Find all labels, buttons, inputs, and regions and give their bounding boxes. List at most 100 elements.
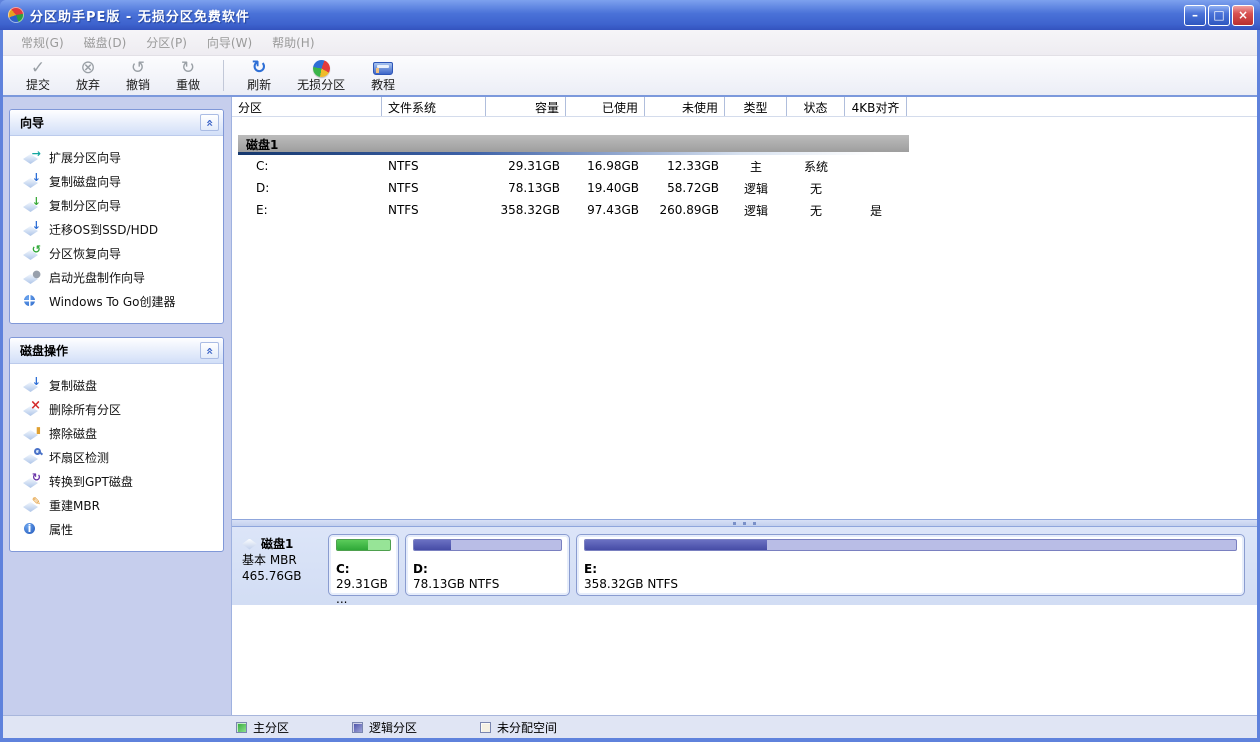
column-header-filler bbox=[907, 97, 1257, 116]
copy-disk-wizard-icon bbox=[23, 174, 40, 188]
sidebar-item-delete-all-partitions[interactable]: 删除所有分区 bbox=[10, 397, 223, 421]
sidebar-item-copy-disk-wizard[interactable]: 复制磁盘向导 bbox=[10, 169, 223, 193]
logical-partition-swatch-icon bbox=[352, 721, 364, 733]
migrate-os-icon bbox=[23, 222, 40, 236]
partition-block-e[interactable]: E: 358.32GB NTFS bbox=[576, 534, 1245, 596]
column-header-type[interactable]: 类型 bbox=[725, 97, 787, 116]
maximize-button[interactable]: □ bbox=[1208, 4, 1230, 26]
table-row-d[interactable]: D: NTFS 78.13GB 19.40GB 58.72GB 逻辑 无 bbox=[232, 177, 1257, 199]
column-header-partition[interactable]: 分区 bbox=[232, 97, 382, 116]
status-bar: 主分区 逻辑分区 未分配空间 bbox=[3, 715, 1257, 738]
column-header-capacity[interactable]: 容量 bbox=[486, 97, 566, 116]
minimize-button[interactable]: – bbox=[1184, 4, 1206, 26]
refresh-icon bbox=[252, 58, 267, 78]
redo-button[interactable]: 重做 bbox=[163, 56, 213, 95]
disk-icon bbox=[242, 538, 257, 550]
undo-button[interactable]: 撤销 bbox=[113, 56, 163, 95]
chevron-up-icon: « bbox=[202, 346, 217, 355]
main-area: 向导 « 扩展分区向导 复制磁盘向导 复制分区向导 bbox=[3, 97, 1257, 715]
sidebar-item-bootable-cd-wizard[interactable]: 启动光盘制作向导 bbox=[10, 265, 223, 289]
copy-partition-wizard-icon bbox=[23, 198, 40, 212]
convert-to-gpt-icon bbox=[23, 474, 40, 488]
usage-bar bbox=[584, 539, 1237, 551]
close-button[interactable]: × bbox=[1232, 4, 1254, 26]
wizards-panel-title: 向导 bbox=[20, 116, 45, 130]
sidebar-item-windows-to-go[interactable]: Windows To Go创建器 bbox=[10, 289, 223, 313]
wizards-panel: 向导 « 扩展分区向导 复制磁盘向导 复制分区向导 bbox=[9, 109, 224, 324]
partition-recovery-icon bbox=[23, 246, 40, 260]
legend-primary-partition: 主分区 bbox=[236, 719, 289, 736]
windows-to-go-icon bbox=[23, 294, 40, 308]
usage-bar bbox=[413, 539, 562, 551]
lossless-partition-pie-icon bbox=[312, 60, 330, 77]
rebuild-mbr-icon bbox=[23, 498, 40, 512]
column-header-filesystem[interactable]: 文件系统 bbox=[382, 97, 486, 116]
tutorial-book-icon bbox=[373, 62, 394, 75]
partition-block-d[interactable]: D: 78.13GB NTFS bbox=[405, 534, 570, 596]
sidebar-item-copy-partition-wizard[interactable]: 复制分区向导 bbox=[10, 193, 223, 217]
disk-operations-panel: 磁盘操作 « 复制磁盘 删除所有分区 擦除磁盘 bbox=[9, 337, 224, 552]
redo-icon bbox=[181, 58, 195, 78]
disk-map-view: 磁盘1 基本 MBR 465.76GB C: 29.31GB ... D: 78… bbox=[232, 527, 1257, 713]
splitter-handle[interactable] bbox=[232, 519, 1257, 527]
table-row-c[interactable]: C: NTFS 29.31GB 16.98GB 12.33GB 主 系统 bbox=[232, 155, 1257, 177]
lossless-partition-button[interactable]: 无损分区 bbox=[284, 56, 358, 95]
menu-partition[interactable]: 分区(P) bbox=[136, 33, 197, 53]
column-header-status[interactable]: 状态 bbox=[787, 97, 845, 116]
partition-table: 分区 文件系统 容量 已使用 未使用 类型 状态 4KB对齐 磁盘1 C: NT… bbox=[232, 97, 1257, 519]
title-bar: 分区助手PE版 - 无损分区免费软件 – □ × bbox=[0, 0, 1260, 30]
copy-disk-icon bbox=[23, 378, 40, 392]
sidebar-item-copy-disk[interactable]: 复制磁盘 bbox=[10, 373, 223, 397]
sidebar-item-extend-partition-wizard[interactable]: 扩展分区向导 bbox=[10, 145, 223, 169]
sidebar-item-properties[interactable]: 属性 bbox=[10, 517, 223, 541]
undo-icon bbox=[131, 58, 145, 78]
sidebar-item-convert-to-gpt[interactable]: 转换到GPT磁盘 bbox=[10, 469, 223, 493]
partition-block-c[interactable]: C: 29.31GB ... bbox=[328, 534, 399, 606]
primary-partition-swatch-icon bbox=[236, 721, 247, 733]
disk-info: 磁盘1 基本 MBR 465.76GB bbox=[242, 534, 328, 605]
sidebar-item-migrate-os[interactable]: 迁移OS到SSD/HDD bbox=[10, 217, 223, 241]
column-header-unused[interactable]: 未使用 bbox=[645, 97, 725, 116]
legend-unallocated: 未分配空间 bbox=[480, 719, 557, 736]
disk-capacity: 465.76GB bbox=[242, 569, 302, 583]
menu-disk[interactable]: 磁盘(D) bbox=[74, 33, 137, 53]
bad-sector-test-icon bbox=[23, 448, 41, 464]
wizards-collapse-button[interactable]: « bbox=[200, 114, 219, 131]
commit-button[interactable]: 提交 bbox=[13, 56, 63, 95]
table-header-row: 分区 文件系统 容量 已使用 未使用 类型 状态 4KB对齐 bbox=[232, 97, 1257, 117]
app-icon bbox=[8, 7, 24, 23]
menu-wizard[interactable]: 向导(W) bbox=[197, 33, 262, 53]
menu-bar: 常规(G) 磁盘(D) 分区(P) 向导(W) 帮助(H) bbox=[3, 30, 1257, 56]
delete-all-partitions-icon bbox=[23, 402, 40, 416]
wizards-panel-header: 向导 « bbox=[10, 110, 223, 136]
window-title: 分区助手PE版 - 无损分区免费软件 bbox=[30, 9, 250, 25]
refresh-button[interactable]: 刷新 bbox=[234, 56, 284, 95]
disk-operations-panel-title: 磁盘操作 bbox=[20, 344, 69, 358]
bootable-cd-icon bbox=[23, 270, 40, 284]
discard-button[interactable]: 放弃 bbox=[63, 56, 113, 95]
extend-partition-icon bbox=[23, 150, 40, 164]
column-header-used[interactable]: 已使用 bbox=[566, 97, 645, 116]
disk-name: 磁盘1 bbox=[261, 537, 294, 551]
sidebar-item-rebuild-mbr[interactable]: 重建MBR bbox=[10, 493, 223, 517]
disk-strip: 磁盘1 基本 MBR 465.76GB C: 29.31GB ... D: 78… bbox=[232, 527, 1257, 606]
sidebar: 向导 « 扩展分区向导 复制磁盘向导 复制分区向导 bbox=[3, 97, 231, 715]
wipe-disk-icon bbox=[23, 426, 40, 440]
unallocated-swatch-icon bbox=[480, 721, 492, 733]
usage-bar bbox=[336, 539, 391, 551]
disk-operations-collapse-button[interactable]: « bbox=[200, 342, 219, 359]
properties-icon bbox=[23, 522, 40, 536]
discard-icon bbox=[80, 58, 95, 78]
column-header-4kb[interactable]: 4KB对齐 bbox=[845, 97, 907, 116]
toolbar-separator bbox=[223, 60, 225, 91]
table-row-e[interactable]: E: NTFS 358.32GB 97.43GB 260.89GB 逻辑 无 是 bbox=[232, 199, 1257, 221]
sidebar-item-partition-recovery-wizard[interactable]: 分区恢复向导 bbox=[10, 241, 223, 265]
sidebar-item-wipe-disk[interactable]: 擦除磁盘 bbox=[10, 421, 223, 445]
menu-general[interactable]: 常规(G) bbox=[11, 33, 74, 53]
menu-help[interactable]: 帮助(H) bbox=[262, 33, 324, 53]
app-window: 分区助手PE版 - 无损分区免费软件 – □ × 常规(G) 磁盘(D) 分区(… bbox=[0, 0, 1260, 742]
sidebar-item-bad-sector-test[interactable]: 坏扇区检测 bbox=[10, 445, 223, 469]
disk-group-header: 磁盘1 bbox=[238, 135, 909, 152]
tutorial-button[interactable]: 教程 bbox=[358, 56, 408, 95]
content-area: 分区 文件系统 容量 已使用 未使用 类型 状态 4KB对齐 磁盘1 C: NT… bbox=[231, 97, 1257, 715]
